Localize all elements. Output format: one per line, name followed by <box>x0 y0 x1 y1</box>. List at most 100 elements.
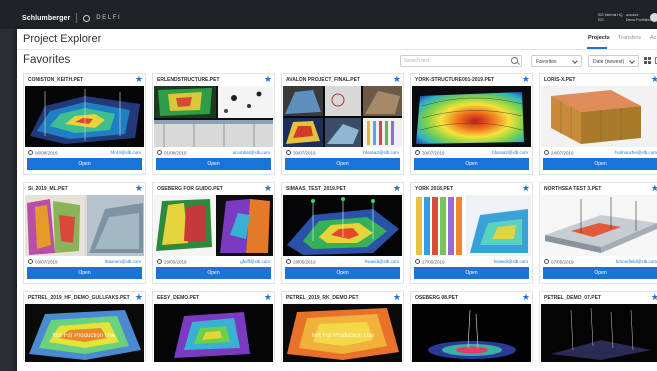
project-card[interactable]: YORK-STRUCTURE001-2019.PET ★ 30/07/2019 … <box>410 73 533 175</box>
owner-email[interactable]: hfr44@slb.com <box>111 150 141 155</box>
project-name: PETREL_2019_HF_DEMO_GULLFAKS.PET <box>28 295 130 301</box>
project-thumbnail[interactable] <box>541 304 657 362</box>
section-title: Favorites <box>23 54 71 66</box>
project-card[interactable]: EESY_DEMO.PET ★ <box>152 291 275 362</box>
project-card[interactable]: PETREL_DEMO_07.PET ★ <box>539 291 657 362</box>
project-thumbnail[interactable]: Not For Production Use <box>25 304 144 362</box>
project-name: OSEBERG FOR GUIDO.PET <box>157 186 223 192</box>
project-card[interactable]: YORK 2018.PET ★ 27/05/2019 hsaeidi@slb.c… <box>410 182 533 284</box>
project-card[interactable]: SIMAAS_TEST_2019.PET ★ 28/05/2019 hsaeid… <box>281 182 404 284</box>
owner-email[interactable]: gfeiff@slb.com <box>240 259 270 264</box>
brand-separator <box>76 13 78 23</box>
project-card[interactable]: NORTHSEA TEST 3.PET ★ 07/05/2019 kmoorfi… <box>539 182 657 284</box>
owner-email[interactable]: hfossa2@slb.com <box>363 150 399 155</box>
search-box[interactable] <box>400 55 522 67</box>
watermark-text: Not For Production Use <box>53 333 116 339</box>
project-thumbnail[interactable] <box>283 86 402 147</box>
project-name: PETREL_DEMO_07.PET <box>544 295 601 301</box>
account-info[interactable]: account Demo Portfolios <box>626 13 651 22</box>
project-name: ERLENDSTRUCTURE.PET <box>157 77 220 83</box>
project-thumbnail[interactable] <box>541 86 657 147</box>
open-button[interactable]: Open <box>543 267 657 279</box>
project-card[interactable]: PETREL_2019_HF_DEMO_GULLFAKS.PET ★ Not F… <box>23 291 146 362</box>
account-line-2: Demo Portfolios <box>626 17 651 22</box>
owner-email[interactable]: kmoorfield@slb.com <box>616 259 657 264</box>
project-thumbnail[interactable] <box>25 86 144 147</box>
project-card[interactable]: PETREL_2019_RK_DEMO.PET ★ Not For Produc… <box>281 291 404 362</box>
brand-logo[interactable]: Schlumberger DELFI <box>22 12 121 24</box>
favorite-star-icon[interactable]: ★ <box>264 292 272 302</box>
tab-projects[interactable]: Projects <box>588 35 610 41</box>
project-name: PETREL_2019_RK_DEMO.PET <box>286 295 359 301</box>
project-card[interactable]: OSEBERG 08.PET ★ <box>410 291 533 362</box>
project-thumbnail[interactable] <box>154 86 273 147</box>
project-card[interactable]: CONISTON_KEITH.PET ★ 06/08/2019 hfr44@sl… <box>23 73 146 175</box>
project-thumbnail[interactable] <box>412 195 531 256</box>
watermark-text: Not For Production Use <box>312 333 375 339</box>
clock-icon <box>286 150 291 155</box>
open-button[interactable]: Open <box>156 267 271 279</box>
favorite-star-icon[interactable]: ★ <box>651 292 657 302</box>
clock-icon <box>157 259 162 264</box>
project-card[interactable]: ERLENDSTRUCTURE.PET ★ 01/08/2019 acombat… <box>152 73 275 175</box>
filter-select[interactable]: Favorites <box>531 55 582 67</box>
favorite-star-icon[interactable]: ★ <box>135 292 143 302</box>
brand-name: Schlumberger <box>22 14 71 22</box>
favorite-star-icon[interactable]: ★ <box>135 74 143 84</box>
grid-view-icon[interactable] <box>644 57 651 64</box>
owner-email[interactable]: fsolnouche@slb.com <box>615 150 657 155</box>
favorite-star-icon[interactable]: ★ <box>651 74 657 84</box>
tab-activity[interactable]: Ac <box>650 35 656 41</box>
favorite-star-icon[interactable]: ★ <box>135 183 143 193</box>
open-button[interactable]: Open <box>285 158 400 170</box>
project-thumbnail[interactable]: Not For Production Use <box>283 304 402 362</box>
favorite-star-icon[interactable]: ★ <box>264 183 272 193</box>
project-card[interactable]: OSEBERG FOR GUIDO.PET ★ 29/05/2019 gfeif… <box>152 182 275 284</box>
favorite-star-icon[interactable]: ★ <box>522 183 530 193</box>
open-button[interactable]: Open <box>414 267 529 279</box>
chevron-down-icon <box>572 58 578 64</box>
favorite-star-icon[interactable]: ★ <box>393 183 401 193</box>
search-icon[interactable] <box>511 57 518 64</box>
favorite-star-icon[interactable]: ★ <box>393 292 401 302</box>
open-button[interactable]: Open <box>27 267 142 279</box>
owner-email[interactable]: hfossa2@slb.com <box>492 150 528 155</box>
clock-icon <box>28 259 33 264</box>
project-card[interactable]: AVALON PROJECT_FINAL.PET ★ 30/07/2019 hf… <box>281 73 404 175</box>
tab-transfers[interactable]: Transfers <box>618 35 641 41</box>
filter-select-value: Favorites <box>536 58 557 65</box>
open-button[interactable]: Open <box>414 158 529 170</box>
project-card[interactable]: SI_2019_ML.PET ★ 03/07/2019 rkasnen@slb.… <box>23 182 146 284</box>
owner-email[interactable]: hsaeidi@slb.com <box>494 259 528 264</box>
favorite-star-icon[interactable]: ★ <box>264 74 272 84</box>
clock-icon <box>286 259 291 264</box>
owner-email[interactable]: acombat@slb.com <box>233 150 270 155</box>
project-thumbnail[interactable] <box>412 304 531 362</box>
project-thumbnail[interactable] <box>154 304 273 362</box>
sort-select[interactable]: Date (newest) <box>588 55 639 67</box>
open-button[interactable]: Open <box>285 267 400 279</box>
project-thumbnail[interactable] <box>25 195 144 256</box>
top-bar: Schlumberger DELFI SIS Internal HQ KIS a… <box>0 0 657 29</box>
project-name: YORK-STRUCTURE001-2019.PET <box>415 77 495 83</box>
open-button[interactable]: Open <box>543 158 657 170</box>
sort-select-value: Date (newest) <box>593 58 625 65</box>
owner-email[interactable]: rkasnen@slb.com <box>105 259 141 264</box>
project-thumbnail[interactable] <box>541 195 657 256</box>
project-thumbnail[interactable] <box>154 195 273 256</box>
search-input[interactable] <box>404 57 504 65</box>
open-button[interactable]: Open <box>156 158 271 170</box>
modified-date: 30/07/2019 <box>415 150 445 156</box>
project-card[interactable]: LORIS-X.PET ★ 24/07/2019 fsolnouche@slb.… <box>539 73 657 175</box>
tenant-info[interactable]: SIS Internal HQ KIS <box>598 13 623 22</box>
avatar[interactable] <box>650 13 657 22</box>
owner-email[interactable]: hsaeidi@slb.com <box>365 259 399 264</box>
favorite-star-icon[interactable]: ★ <box>522 292 530 302</box>
favorite-star-icon[interactable]: ★ <box>651 183 657 193</box>
project-thumbnail[interactable] <box>412 86 531 147</box>
favorite-star-icon[interactable]: ★ <box>393 74 401 84</box>
project-thumbnail[interactable] <box>283 195 402 256</box>
open-button[interactable]: Open <box>27 158 142 170</box>
favorite-star-icon[interactable]: ★ <box>522 74 530 84</box>
clock-icon <box>28 150 33 155</box>
